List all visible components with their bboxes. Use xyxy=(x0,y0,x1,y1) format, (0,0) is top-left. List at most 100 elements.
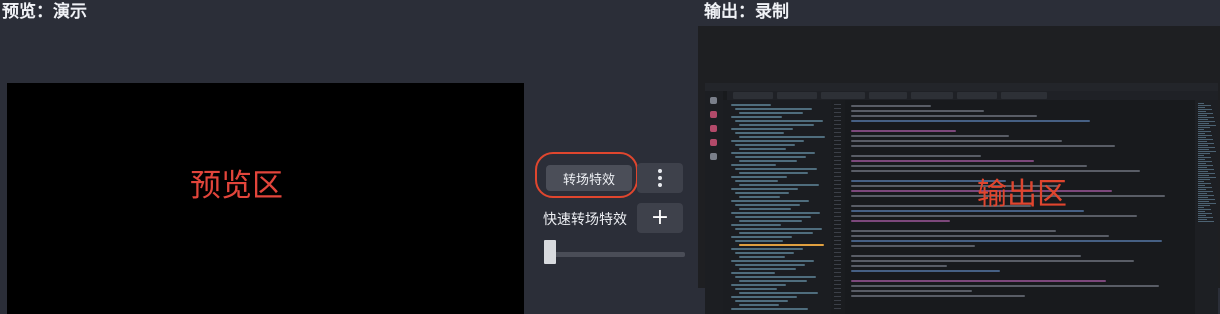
file-tree-line xyxy=(739,160,797,162)
file-tree-line xyxy=(731,200,809,202)
code-line xyxy=(851,245,975,247)
minimap-line xyxy=(1198,175,1209,176)
preview-canvas[interactable]: 预览区 xyxy=(7,83,524,314)
minimap-line xyxy=(1198,193,1207,194)
minimap-line xyxy=(1198,127,1210,128)
line-number xyxy=(834,276,841,277)
file-tree-line xyxy=(739,292,818,294)
minimap-line xyxy=(1198,117,1214,118)
line-number xyxy=(834,116,841,117)
line-number xyxy=(834,260,841,261)
line-number xyxy=(834,188,841,189)
line-number xyxy=(834,200,841,201)
minimap-line xyxy=(1198,105,1211,106)
line-number xyxy=(834,172,841,173)
line-number xyxy=(834,148,841,149)
minimap-line xyxy=(1198,113,1213,114)
file-tree-line xyxy=(735,144,795,146)
file-tree-line xyxy=(731,164,776,166)
line-number xyxy=(834,156,841,157)
ide-file-tree xyxy=(723,100,831,314)
file-tree-line xyxy=(735,228,822,230)
line-number xyxy=(834,196,841,197)
minimap-line xyxy=(1198,211,1205,212)
file-tree-line xyxy=(731,212,820,214)
line-number xyxy=(834,248,841,249)
code-line xyxy=(851,115,1037,117)
file-tree-line xyxy=(739,232,813,234)
transition-slider-track[interactable] xyxy=(546,252,685,257)
minimap-line xyxy=(1198,133,1205,134)
minimap-line xyxy=(1198,199,1215,200)
code-line xyxy=(851,290,972,292)
minimap-line xyxy=(1198,161,1212,162)
minimap-line xyxy=(1198,159,1205,160)
file-tree-line xyxy=(731,116,782,118)
code-line xyxy=(851,230,1056,232)
code-line xyxy=(851,280,1106,282)
code-line xyxy=(851,135,1009,137)
code-line xyxy=(851,220,950,222)
line-number xyxy=(834,168,841,169)
minimap-line xyxy=(1198,135,1212,136)
line-number xyxy=(834,204,841,205)
line-number xyxy=(834,232,841,233)
transition-button[interactable]: 转场特效 xyxy=(546,165,632,191)
line-number xyxy=(834,236,841,237)
minimap-line xyxy=(1198,187,1212,188)
line-number xyxy=(834,272,841,273)
preview-header: 预览：演示 xyxy=(2,2,87,22)
ide-menubar xyxy=(705,83,1218,91)
minimap-line xyxy=(1198,189,1206,190)
file-tree-line xyxy=(739,184,819,186)
code-line xyxy=(851,130,956,132)
minimap-line xyxy=(1198,179,1210,180)
line-number xyxy=(834,152,841,153)
line-number xyxy=(834,132,841,133)
code-line xyxy=(851,145,1115,147)
minimap-line xyxy=(1198,217,1213,218)
add-transition-button[interactable]: + xyxy=(637,203,683,233)
minimap-line xyxy=(1198,139,1213,140)
line-number xyxy=(834,180,841,181)
minimap-line xyxy=(1198,181,1204,182)
minimap-line xyxy=(1198,165,1213,166)
line-number xyxy=(834,136,841,137)
output-panel: 输出区 xyxy=(698,26,1220,314)
line-number xyxy=(834,240,841,241)
file-tree-line xyxy=(735,132,784,134)
file-tree-line xyxy=(735,108,812,110)
file-tree-line xyxy=(735,192,789,194)
file-tree-line xyxy=(739,220,802,222)
ide-line-numbers xyxy=(831,100,845,314)
line-number xyxy=(834,304,841,305)
minimap-line xyxy=(1198,147,1215,148)
file-tree-line xyxy=(739,172,808,174)
minimap-line xyxy=(1198,103,1204,104)
line-number xyxy=(834,120,841,121)
file-tree-line xyxy=(735,204,800,206)
file-tree-line xyxy=(735,252,794,254)
file-tree-line xyxy=(735,300,788,302)
file-tree-line xyxy=(739,112,803,114)
minimap-line xyxy=(1198,119,1208,120)
code-line xyxy=(851,105,931,107)
code-line xyxy=(851,120,1090,122)
minimap-line xyxy=(1198,107,1205,108)
transition-slider-handle[interactable] xyxy=(544,240,556,264)
minimap-line xyxy=(1198,123,1209,124)
line-number xyxy=(834,264,841,265)
file-tree-line xyxy=(739,280,807,282)
kebab-menu-icon[interactable] xyxy=(637,163,683,193)
minimap-line xyxy=(1198,111,1206,112)
file-tree-line xyxy=(739,244,824,246)
code-line xyxy=(851,165,1087,167)
file-tree-line xyxy=(735,120,823,122)
code-line xyxy=(851,285,1159,287)
minimap-line xyxy=(1198,167,1207,168)
file-tree-line xyxy=(731,296,797,298)
minimap-line xyxy=(1198,177,1216,178)
code-line xyxy=(851,140,1062,142)
minimap-line xyxy=(1198,185,1205,186)
minimap-line xyxy=(1198,151,1216,152)
